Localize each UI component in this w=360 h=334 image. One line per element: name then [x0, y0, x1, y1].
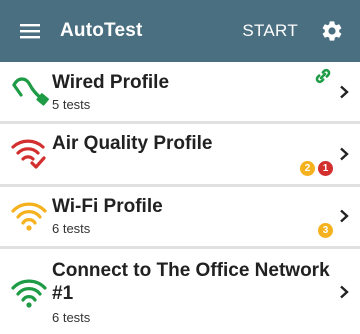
profile-subtitle: 6 tests — [52, 221, 91, 236]
list-item-wired-profile[interactable]: Wired Profile 5 tests — [0, 62, 360, 121]
menu-button[interactable] — [0, 0, 60, 62]
wifi-icon — [11, 202, 47, 231]
wifi-check-icon — [11, 139, 46, 169]
ethernet-cable-icon — [12, 77, 49, 106]
wifi-icon — [11, 279, 47, 308]
chevron-right-icon — [340, 285, 349, 299]
hamburger-menu-icon — [20, 24, 40, 39]
page-title: AutoTest — [60, 20, 143, 41]
list-item-office-network-profile[interactable]: Connect to The Office Network #1 6 tests — [0, 249, 360, 334]
start-button[interactable]: START — [242, 21, 298, 41]
profile-title: Air Quality Profile — [52, 133, 213, 154]
profile-title: Wi-Fi Profile — [52, 196, 163, 217]
list-item-air-quality-profile[interactable]: Air Quality Profile 2 1 — [0, 124, 360, 184]
profile-title-line2: #1 — [52, 283, 74, 304]
chevron-right-icon — [340, 209, 349, 223]
link-icon — [315, 68, 331, 84]
app-bar: AutoTest START — [0, 0, 360, 62]
gear-icon — [322, 21, 342, 41]
settings-button[interactable] — [316, 15, 348, 47]
warning-count-badge: 3 — [318, 223, 333, 238]
chevron-right-icon — [340, 147, 349, 161]
error-count-badge: 1 — [318, 161, 333, 176]
profile-title: Wired Profile — [52, 72, 170, 93]
profile-subtitle: 6 tests — [52, 310, 91, 325]
profile-title-line1: Connect to The Office Network — [52, 260, 330, 281]
list-item-wifi-profile[interactable]: Wi-Fi Profile 6 tests 3 — [0, 187, 360, 246]
profile-subtitle: 5 tests — [52, 97, 91, 112]
warning-count-badge: 2 — [300, 161, 315, 176]
chevron-right-icon — [340, 85, 349, 99]
